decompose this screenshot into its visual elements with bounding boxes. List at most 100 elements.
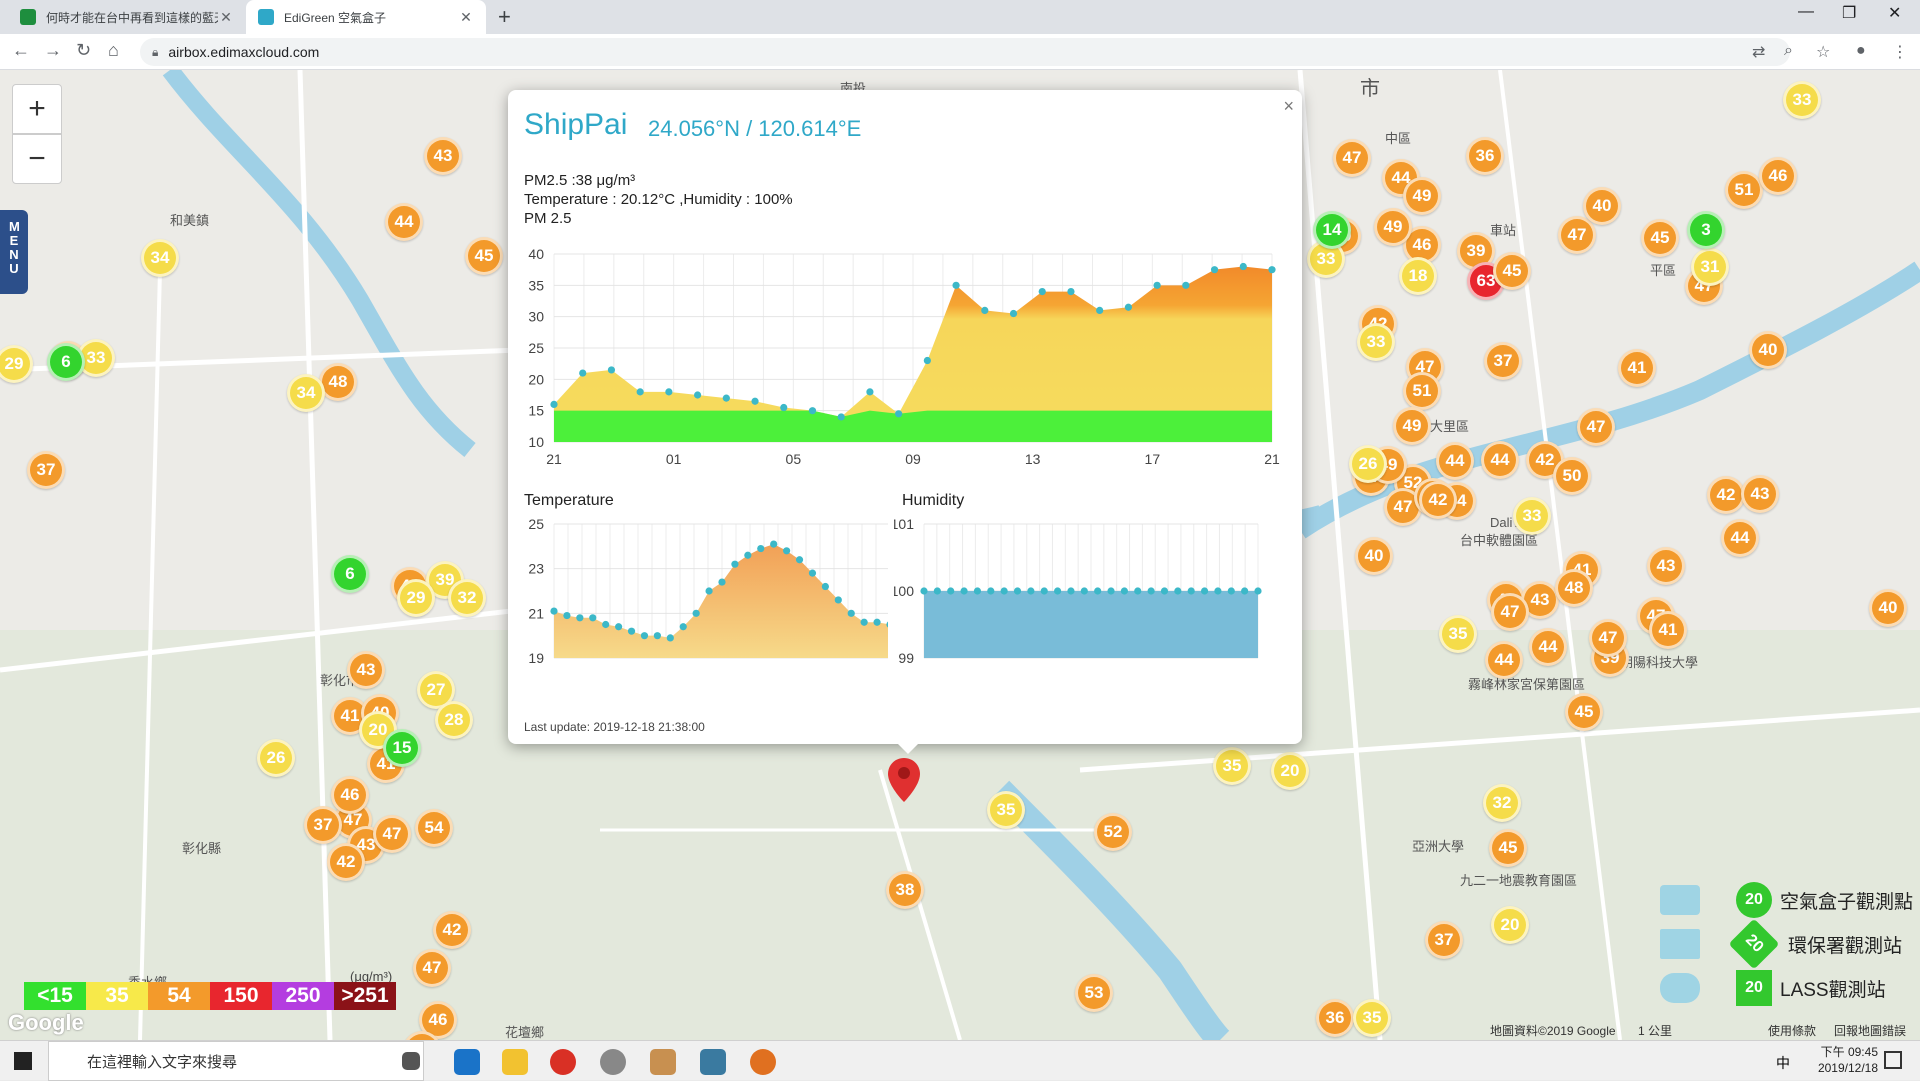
aqi-marker[interactable]: 45 xyxy=(1493,252,1531,290)
aqi-marker[interactable]: 37 xyxy=(1484,342,1522,380)
menu-kebab-icon[interactable]: ⋮ xyxy=(1892,42,1908,62)
aqi-marker[interactable]: 45 xyxy=(465,237,503,275)
report-error-link[interactable]: 回報地圖錯誤 xyxy=(1834,1022,1906,1039)
aqi-marker[interactable]: 37 xyxy=(1425,921,1463,959)
close-tab-icon[interactable]: ✕ xyxy=(218,9,234,26)
menu-tab-button[interactable]: MENU xyxy=(0,210,28,294)
windows-start-icon[interactable] xyxy=(14,1052,32,1070)
aqi-marker[interactable]: 43 xyxy=(424,137,462,175)
aqi-marker[interactable]: 34 xyxy=(141,239,179,277)
aqi-marker[interactable]: 20 xyxy=(1271,752,1309,790)
aqi-marker[interactable]: 3 xyxy=(1687,211,1725,249)
app-icon[interactable] xyxy=(750,1049,776,1075)
aqi-marker[interactable]: 45 xyxy=(1641,219,1679,257)
aqi-marker[interactable]: 43 xyxy=(347,651,385,689)
aqi-marker[interactable]: 51 xyxy=(1403,372,1441,410)
aqi-marker[interactable]: 47 xyxy=(1333,139,1371,177)
bookmark-star-icon[interactable]: ☆ xyxy=(1816,42,1830,62)
aqi-marker[interactable]: 35 xyxy=(1439,615,1477,653)
aqi-marker[interactable]: 53 xyxy=(1075,974,1113,1012)
aqi-marker[interactable]: 41 xyxy=(1649,611,1687,649)
app-icon[interactable] xyxy=(650,1049,676,1075)
aqi-marker[interactable]: 42 xyxy=(1707,476,1745,514)
zoom-in-button[interactable]: + xyxy=(12,84,62,134)
aqi-marker[interactable]: 29 xyxy=(397,579,435,617)
location-pin-icon[interactable] xyxy=(888,758,920,802)
aqi-marker[interactable]: 35 xyxy=(1353,999,1391,1037)
aqi-marker[interactable]: 44 xyxy=(1485,641,1523,679)
aqi-marker[interactable]: 40 xyxy=(1355,537,1393,575)
aqi-marker[interactable]: 47 xyxy=(413,949,451,987)
aqi-marker[interactable]: 32 xyxy=(1483,784,1521,822)
aqi-marker[interactable]: 46 xyxy=(1759,157,1797,195)
aqi-marker[interactable]: 40 xyxy=(1583,187,1621,225)
close-tab-icon[interactable]: ✕ xyxy=(458,9,474,26)
notification-icon[interactable] xyxy=(1884,1051,1902,1069)
aqi-marker[interactable]: 26 xyxy=(257,739,295,777)
restore-button[interactable]: ❐ xyxy=(1842,3,1856,23)
aqi-marker[interactable]: 49 xyxy=(1374,208,1412,246)
aqi-marker[interactable]: 40 xyxy=(1749,331,1787,369)
aqi-marker[interactable]: 45 xyxy=(1489,829,1527,867)
aqi-marker[interactable]: 47 xyxy=(373,815,411,853)
aqi-marker[interactable]: 49 xyxy=(1393,407,1431,445)
aqi-marker[interactable]: 37 xyxy=(304,806,342,844)
aqi-marker[interactable]: 47 xyxy=(1491,593,1529,631)
aqi-marker[interactable]: 32 xyxy=(448,579,486,617)
aqi-marker[interactable]: 44 xyxy=(1436,442,1474,480)
aqi-marker[interactable]: 49 xyxy=(1403,177,1441,215)
terms-link[interactable]: 使用條款 xyxy=(1768,1022,1816,1039)
aqi-marker[interactable]: 41 xyxy=(1618,349,1656,387)
aqi-marker[interactable]: 35 xyxy=(1213,747,1251,785)
aqi-marker[interactable]: 42 xyxy=(327,843,365,881)
taskbar-search-box[interactable]: 在這裡輸入文字來搜尋 xyxy=(48,1041,424,1081)
aqi-marker[interactable]: 46 xyxy=(331,776,369,814)
aqi-marker[interactable]: 6 xyxy=(47,343,85,381)
aqi-marker[interactable]: 28 xyxy=(435,701,473,739)
aqi-marker[interactable]: 38 xyxy=(886,871,924,909)
zoom-out-button[interactable]: − xyxy=(12,134,62,184)
aqi-marker[interactable]: 47 xyxy=(1577,408,1615,446)
chrome-icon[interactable] xyxy=(550,1049,576,1075)
aqi-marker[interactable]: 43 xyxy=(1741,475,1779,513)
aqi-marker[interactable]: 26 xyxy=(1349,445,1387,483)
minimize-button[interactable]: — xyxy=(1798,3,1814,21)
aqi-marker[interactable]: 50 xyxy=(1553,457,1591,495)
aqi-marker[interactable]: 44 xyxy=(1721,519,1759,557)
app-icon[interactable] xyxy=(600,1049,626,1075)
aqi-marker[interactable]: 31 xyxy=(1691,248,1729,286)
aqi-marker[interactable]: 37 xyxy=(27,451,65,489)
address-bar[interactable]: 🔒︎ airbox.edimaxcloud.com xyxy=(140,38,1790,66)
aqi-marker[interactable]: 54 xyxy=(415,809,453,847)
aqi-marker[interactable]: 47 xyxy=(1589,619,1627,657)
aqi-marker[interactable]: 35 xyxy=(987,791,1025,829)
window-close-button[interactable]: ✕ xyxy=(1888,3,1901,23)
aqi-marker[interactable]: 36 xyxy=(1316,999,1354,1037)
aqi-marker[interactable]: 6 xyxy=(331,555,369,593)
aqi-marker[interactable]: 44 xyxy=(1529,628,1567,666)
aqi-marker[interactable]: 15 xyxy=(383,729,421,767)
aqi-marker[interactable]: 33 xyxy=(1357,323,1395,361)
task-view-icon[interactable] xyxy=(402,1052,420,1070)
tab-edigreen[interactable]: EdiGreen 空氣盒子 ✕ xyxy=(246,0,486,34)
reload-icon[interactable]: ↻ xyxy=(76,40,91,61)
map-canvas[interactable]: 和美鎮 彰化市 彰化縣 花壇鄉 秀水鄉 南投 市 中區 車站 平區 大里區 Da… xyxy=(0,70,1920,1040)
aqi-marker[interactable]: 33 xyxy=(1513,497,1551,535)
aqi-marker[interactable]: 51 xyxy=(1725,171,1763,209)
back-icon[interactable]: ← xyxy=(12,40,30,61)
zoom-icon[interactable]: ⌕ xyxy=(1784,42,1793,60)
aqi-marker[interactable]: 42 xyxy=(1419,481,1457,519)
aqi-marker[interactable]: 18 xyxy=(1399,257,1437,295)
aqi-marker[interactable]: 44 xyxy=(1481,441,1519,479)
forward-icon[interactable]: → xyxy=(44,40,62,61)
app-icon[interactable] xyxy=(700,1049,726,1075)
aqi-marker[interactable]: 44 xyxy=(385,203,423,241)
new-tab-button[interactable]: + xyxy=(498,4,511,30)
translate-icon[interactable]: ⇄ xyxy=(1752,42,1765,62)
aqi-marker[interactable]: 14 xyxy=(1313,211,1351,249)
aqi-marker[interactable]: 20 xyxy=(1491,906,1529,944)
home-icon[interactable]: ⌂ xyxy=(108,40,119,61)
profile-icon[interactable]: ● xyxy=(1856,42,1866,60)
file-explorer-icon[interactable] xyxy=(502,1049,528,1075)
system-clock[interactable]: 下午 09:45 2019/12/18 xyxy=(1818,1044,1878,1076)
